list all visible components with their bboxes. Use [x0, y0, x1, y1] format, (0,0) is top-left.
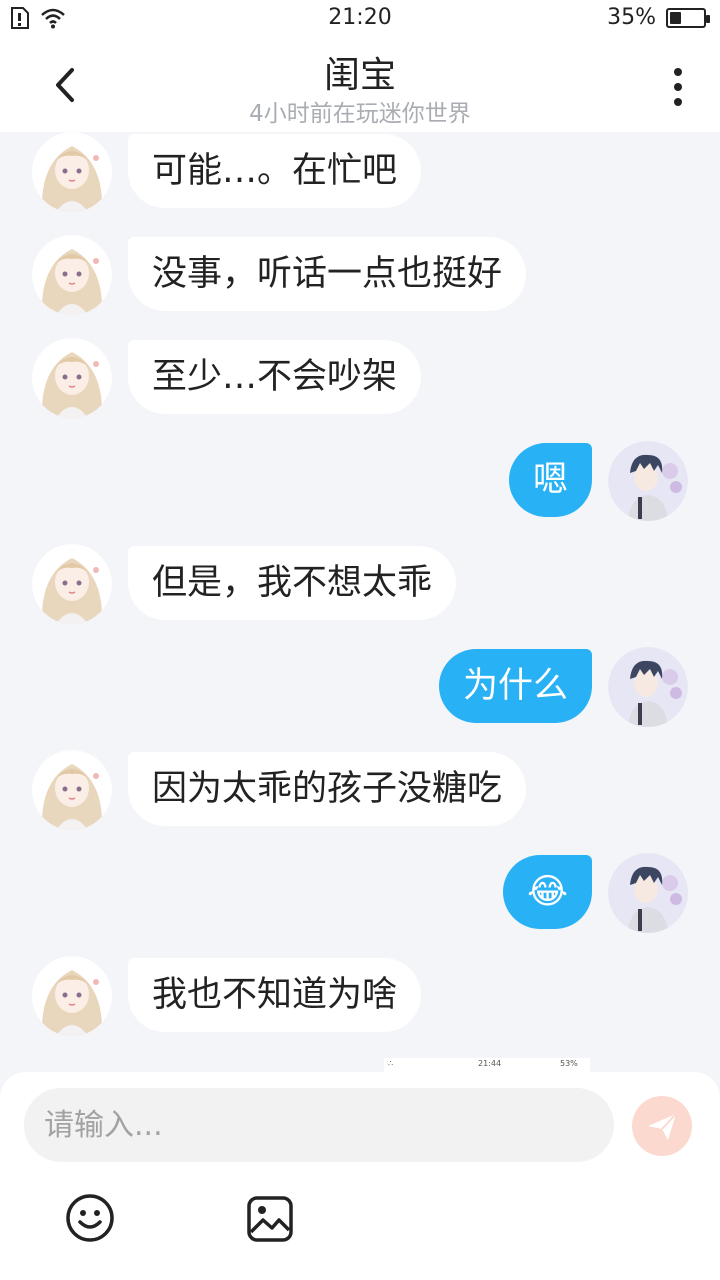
status-bar: 21:20 35% — [0, 0, 720, 38]
battery-level — [670, 11, 681, 24]
message-bubble[interactable]: 😂 — [503, 855, 592, 929]
outgoing-message: 嗯 — [0, 441, 720, 521]
contact-avatar[interactable] — [32, 956, 112, 1036]
preview-time: 21:44 — [478, 1059, 502, 1068]
message-input[interactable] — [24, 1088, 614, 1162]
incoming-message: 但是，我不想太乖 — [0, 544, 720, 624]
send-button[interactable] — [632, 1096, 692, 1156]
incoming-message: 我也不知道为啥 — [0, 956, 720, 1036]
message-bubble[interactable]: 为什么 — [438, 649, 592, 723]
contact-name: 闺宝 — [323, 55, 396, 96]
message-bubble[interactable]: 我也不知道为啥 — [128, 958, 422, 1032]
preview-battery: 53% — [560, 1059, 578, 1068]
image-message-preview[interactable]: ∴ 21:44 53% — [384, 1058, 590, 1072]
message-bubble[interactable]: 没事，听话一点也挺好 — [128, 237, 527, 311]
contact-avatar[interactable] — [32, 544, 112, 624]
battery-icon — [666, 7, 710, 28]
contact-avatar[interactable] — [32, 750, 112, 830]
my-avatar[interactable] — [608, 441, 688, 521]
more-dot-icon — [674, 98, 682, 106]
message-bubble[interactable]: 可能…。在忙吧 — [128, 134, 422, 208]
outgoing-message: 😂 — [0, 853, 720, 933]
chat-header: 闺宝 4小时前在玩迷你世界 — [0, 38, 720, 132]
battery-percent: 35% — [607, 5, 656, 30]
more-dot-icon — [674, 83, 682, 91]
contact-avatar[interactable] — [32, 132, 112, 212]
message-bubble[interactable]: 嗯 — [508, 443, 592, 517]
image-button[interactable] — [245, 1194, 295, 1244]
incoming-message: 没事，听话一点也挺好 — [0, 235, 720, 315]
contact-avatar[interactable] — [32, 338, 112, 418]
message-bubble[interactable]: 因为太乖的孩子没糖吃 — [128, 752, 527, 826]
incoming-message: 至少…不会吵架 — [0, 338, 720, 418]
message-bubble[interactable]: 至少…不会吵架 — [128, 340, 422, 414]
contact-avatar[interactable] — [32, 235, 112, 315]
my-avatar[interactable] — [608, 853, 688, 933]
incoming-message: 可能…。在忙吧 — [0, 132, 720, 212]
more-dot-icon — [674, 68, 682, 76]
send-icon — [648, 1113, 677, 1140]
my-avatar[interactable] — [608, 647, 688, 727]
composer — [0, 1072, 720, 1280]
message-list[interactable]: 可能…。在忙吧没事，听话一点也挺好 至少…不会吵架嗯但是，我不想太乖为什么因为太乖… — [0, 132, 720, 1072]
contact-status: 4小时前在玩迷你世界 — [249, 101, 471, 127]
message-bubble[interactable]: 但是，我不想太乖 — [128, 546, 457, 620]
preview-signal-icon: ∴ — [388, 1059, 394, 1068]
image-icon — [247, 1196, 293, 1242]
outgoing-message: 为什么 — [0, 647, 720, 727]
emoji-button[interactable] — [64, 1192, 116, 1244]
smiley-icon — [66, 1194, 114, 1242]
more-options-button[interactable] — [658, 62, 698, 112]
incoming-message: 因为太乖的孩子没糖吃 — [0, 750, 720, 830]
